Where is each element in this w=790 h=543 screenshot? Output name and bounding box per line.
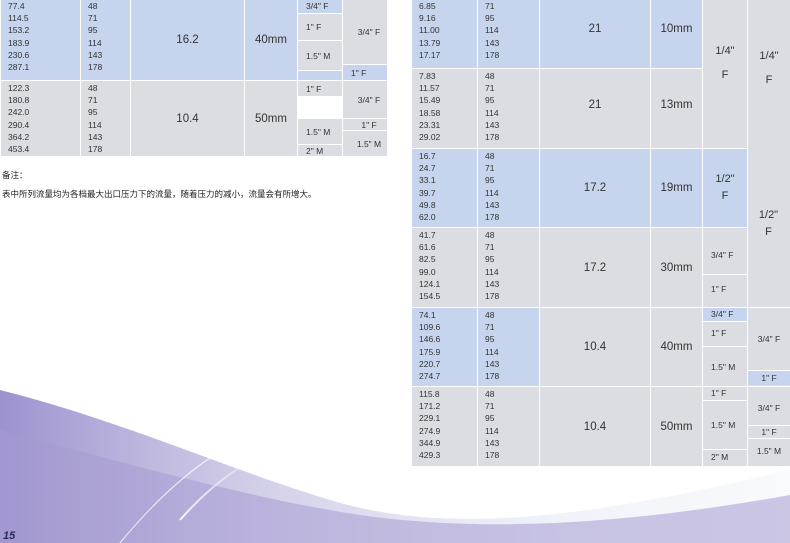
right-group-5-pressure: 48 71 95 114 143 178 (477, 307, 540, 387)
right-group-6-outlet: 1" F (748, 426, 790, 439)
right-group-3-bore: 17.2 (539, 148, 651, 228)
right-group-4-stroke: 30mm (650, 227, 703, 308)
left-group-a-bore: 16.2 (130, 0, 245, 81)
left-group-b-flow: 122.3 180.8 242.0 290.4 364.2 453.4 (0, 80, 81, 157)
right-group-3-pressure: 48 71 95 114 143 178 (477, 148, 540, 228)
right-spec-table: 6.85 9.16 11.00 13.79 17.17 71 95 114 14… (411, 0, 790, 467)
right-group-4-inlet: 3/4" F (703, 236, 747, 275)
right-group-4-flow: 41.7 61.6 82.5 99.0 124.1 154.5 (411, 227, 478, 308)
left-group-b-outlet: 3/4" F (342, 80, 388, 119)
left-group-b-inlet: 1.5" M (297, 118, 343, 145)
left-group-a-outlet: 3/4" F (342, 0, 388, 65)
right-group-2-pressure: 48 71 95 114 143 178 (477, 68, 540, 149)
right-outlet-quarter: 1/4" F (747, 0, 790, 308)
right-group-4-pressure: 48 71 95 114 143 178 (477, 227, 540, 308)
left-group-b-pressure: 48 71 95 114 143 178 (80, 80, 131, 157)
right-group-6-inlet: 2" M (711, 452, 729, 462)
notes-text: 表中所列流量均为各档最大出口压力下的流量，随着压力的减小，流量会有所增大。 (2, 189, 317, 199)
right-group-3-stroke: 19mm (650, 148, 703, 228)
right-group-6-flow: 115.8 171.2 229.1 274.9 344.9 429.3 (411, 386, 478, 467)
left-group-b-outlet: 1" F (342, 118, 388, 131)
right-group-1-flow: 6.85 9.16 11.00 13.79 17.17 (411, 0, 478, 69)
right-group-6-stroke: 50mm (650, 386, 703, 467)
right-group-6-inlets: 1" F 1.5" M 2" M (702, 386, 748, 467)
right-group-2-bore: 21 (539, 68, 651, 149)
right-group-1-pressure: 71 95 114 143 178 (477, 0, 540, 69)
left-group-b-inlet: 2" M (297, 144, 343, 157)
right-group-1-bore: 21 (539, 0, 651, 69)
left-group-a-stroke: 40mm (244, 0, 298, 81)
right-group-5-outlet: 3/4" F (748, 308, 790, 371)
left-group-b-bore: 10.4 (130, 80, 245, 157)
right-group-5-inlet: 3/4" F (703, 308, 747, 322)
right-group-4-bore: 17.2 (539, 227, 651, 308)
right-group-5-stroke: 40mm (650, 307, 703, 387)
right-group-6-pressure: 48 71 95 114 143 178 (477, 386, 540, 467)
right-group-6-outlets: 3/4" F 1" F 1.5" M (747, 386, 790, 467)
right-inlet-quarter: 1/4" F (702, 0, 748, 149)
right-group-6-outlet: 1.5" M (756, 446, 782, 456)
right-group-2-flow: 7.83 11.57 15.49 18.58 23.31 29.02 (411, 68, 478, 149)
left-group-a-inlet: 1.5" M (297, 40, 343, 71)
left-group-a-inlet: 3/4" F (297, 0, 343, 14)
right-group-1-stroke: 10mm (650, 0, 703, 69)
right-group-5-bore: 10.4 (539, 307, 651, 387)
right-group-6-outlet: 3/4" F (748, 387, 790, 426)
left-group-b-stroke: 50mm (244, 80, 298, 157)
left-spec-table: 77.4 114.5 153.2 183.9 230.6 287.1 48 71… (0, 0, 388, 157)
left-group-a-inlet-blank (297, 70, 343, 81)
right-group-6-inlet: 1.5" M (703, 401, 747, 450)
right-group-5-outlet: 1" F (748, 371, 790, 385)
right-group-5-inlet: 1.5" M (711, 362, 736, 372)
right-group-5-outlets: 3/4" F 1" F (747, 307, 790, 387)
right-group-3-flow: 16.7 24.7 33.1 39.7 49.8 62.0 (411, 148, 478, 228)
left-group-a-pressure: 48 71 95 114 143 178 (80, 0, 131, 81)
right-group-5-inlet: 1" F (703, 322, 747, 347)
page-number: 15 (3, 530, 16, 542)
right-group-5-flow: 74.1 109.6 146.6 175.9 220.7 274.7 (411, 307, 478, 387)
left-group-b-inlet: 1" F (297, 80, 343, 97)
left-group-a-flow: 77.4 114.5 153.2 183.9 230.6 287.1 (0, 0, 81, 81)
right-group-6-inlet: 1" F (703, 387, 747, 401)
right-group-5-inlets: 3/4" F 1" F 1.5" M (702, 307, 748, 387)
right-inlet-half: 1/2" F (702, 148, 748, 228)
left-group-a-outlet: 1" F (342, 64, 388, 81)
right-group-2-stroke: 13mm (650, 68, 703, 149)
notes-label: 备注： (2, 170, 28, 180)
right-outlet-half: 1/2" F (758, 209, 779, 238)
right-group-4-inlets: 3/4" F 1" F (702, 227, 748, 308)
left-group-a-inlet: 1" F (297, 13, 343, 41)
left-group-b-outlet: 1.5" M (342, 130, 388, 157)
right-group-4-inlet: 1" F (711, 284, 727, 294)
right-group-6-bore: 10.4 (539, 386, 651, 467)
